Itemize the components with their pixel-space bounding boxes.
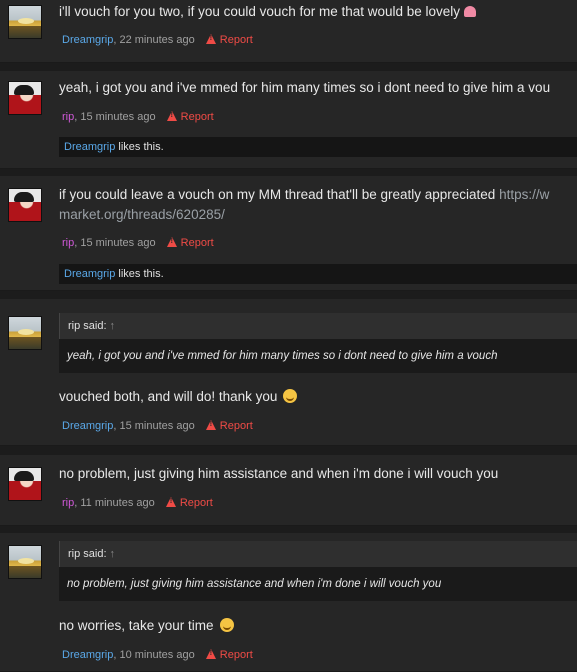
post-4: rip said: ↑ yeah, i got you and i've mmed… xyxy=(0,299,577,446)
post-1: i'll vouch for you two, if you could vou… xyxy=(0,0,577,63)
quote-header[interactable]: rip said: ↑ xyxy=(59,313,577,339)
post-message: yeah, i got you and i've mmed for him ma… xyxy=(59,80,551,95)
quote-author: rip said: xyxy=(68,548,107,560)
quote-text: no problem, just giving him assistance a… xyxy=(59,567,577,601)
avatar-dreamgrip[interactable] xyxy=(8,5,42,39)
post-meta: rip, 11 minutes ago Report xyxy=(62,497,213,509)
quote-jump-icon[interactable]: ↑ xyxy=(110,320,116,332)
avatar-dreamgrip[interactable] xyxy=(8,545,42,579)
post-meta: Dreamgrip, 10 minutes ago Report xyxy=(62,649,253,661)
quote-block: rip said: ↑ no problem, just giving him a… xyxy=(59,541,577,601)
likes-bar: Dreamgrip likes this. xyxy=(59,137,577,157)
post-meta: rip, 15 minutes ago Report xyxy=(62,237,214,249)
smile-emoji-icon xyxy=(283,389,298,403)
post-message: if you could leave a vouch on my MM thre… xyxy=(59,187,550,222)
post-time[interactable]: , 15 minutes ago xyxy=(74,111,155,123)
warning-triangle-icon xyxy=(205,420,216,430)
smile-emoji-icon xyxy=(219,618,234,632)
likes-text: likes this. xyxy=(115,268,164,280)
report-link[interactable]: Report xyxy=(205,34,253,46)
post-meta: rip, 15 minutes ago Report xyxy=(62,111,214,123)
likes-username[interactable]: Dreamgrip xyxy=(64,268,115,280)
username-link[interactable]: rip xyxy=(62,497,74,509)
avatar-rip[interactable] xyxy=(8,188,42,222)
post-message: vouched both, and will do! thank you xyxy=(59,387,298,407)
post-time[interactable]: , 11 minutes ago xyxy=(74,497,155,509)
post-meta: Dreamgrip, 15 minutes ago Report xyxy=(62,420,253,432)
post-meta: Dreamgrip, 22 minutes ago Report xyxy=(62,34,253,46)
report-link[interactable]: Report xyxy=(165,497,213,509)
post-time[interactable]: , 15 minutes ago xyxy=(113,420,194,432)
username-link[interactable]: Dreamgrip xyxy=(62,34,113,46)
report-link[interactable]: Report xyxy=(205,649,253,661)
warning-triangle-icon xyxy=(165,497,176,507)
username-link[interactable]: rip xyxy=(62,237,74,249)
post-message: no worries, take your time xyxy=(59,616,234,636)
avatar-rip[interactable] xyxy=(8,467,42,501)
heart-emoji-icon xyxy=(464,6,477,17)
report-link[interactable]: Report xyxy=(166,111,214,123)
likes-username[interactable]: Dreamgrip xyxy=(64,141,115,153)
quote-header[interactable]: rip said: ↑ xyxy=(59,541,577,567)
report-link[interactable]: Report xyxy=(205,420,253,432)
post-time[interactable]: , 15 minutes ago xyxy=(74,237,155,249)
avatar-rip[interactable] xyxy=(8,81,42,115)
username-link[interactable]: Dreamgrip xyxy=(62,649,113,661)
warning-triangle-icon xyxy=(166,111,177,121)
quote-block: rip said: ↑ yeah, i got you and i've mmed… xyxy=(59,313,577,373)
quote-jump-icon[interactable]: ↑ xyxy=(110,548,116,560)
post-2: yeah, i got you and i've mmed for him ma… xyxy=(0,71,577,169)
warning-triangle-icon xyxy=(205,649,216,659)
warning-triangle-icon xyxy=(205,34,216,44)
thread-link[interactable]: https://w xyxy=(499,187,549,202)
quote-text: yeah, i got you and i've mmed for him ma… xyxy=(59,339,577,373)
avatar-dreamgrip[interactable] xyxy=(8,316,42,350)
report-link[interactable]: Report xyxy=(166,237,214,249)
post-3: if you could leave a vouch on my MM thre… xyxy=(0,176,577,291)
post-time[interactable]: , 10 minutes ago xyxy=(113,649,194,661)
likes-bar: Dreamgrip likes this. xyxy=(59,264,577,284)
username-link[interactable]: Dreamgrip xyxy=(62,420,113,432)
post-6: rip said: ↑ no problem, just giving him a… xyxy=(0,533,577,672)
post-5: no problem, just giving him assistance a… xyxy=(0,455,577,526)
warning-triangle-icon xyxy=(166,237,177,247)
post-message: i'll vouch for you two, if you could vou… xyxy=(59,2,477,22)
post-time[interactable]: , 22 minutes ago xyxy=(113,34,194,46)
username-link[interactable]: rip xyxy=(62,111,74,123)
post-message: no problem, just giving him assistance a… xyxy=(59,466,499,481)
likes-text: likes this. xyxy=(115,141,164,153)
thread-link-cont[interactable]: market.org/threads/620285/ xyxy=(59,207,225,222)
quote-author: rip said: xyxy=(68,320,107,332)
